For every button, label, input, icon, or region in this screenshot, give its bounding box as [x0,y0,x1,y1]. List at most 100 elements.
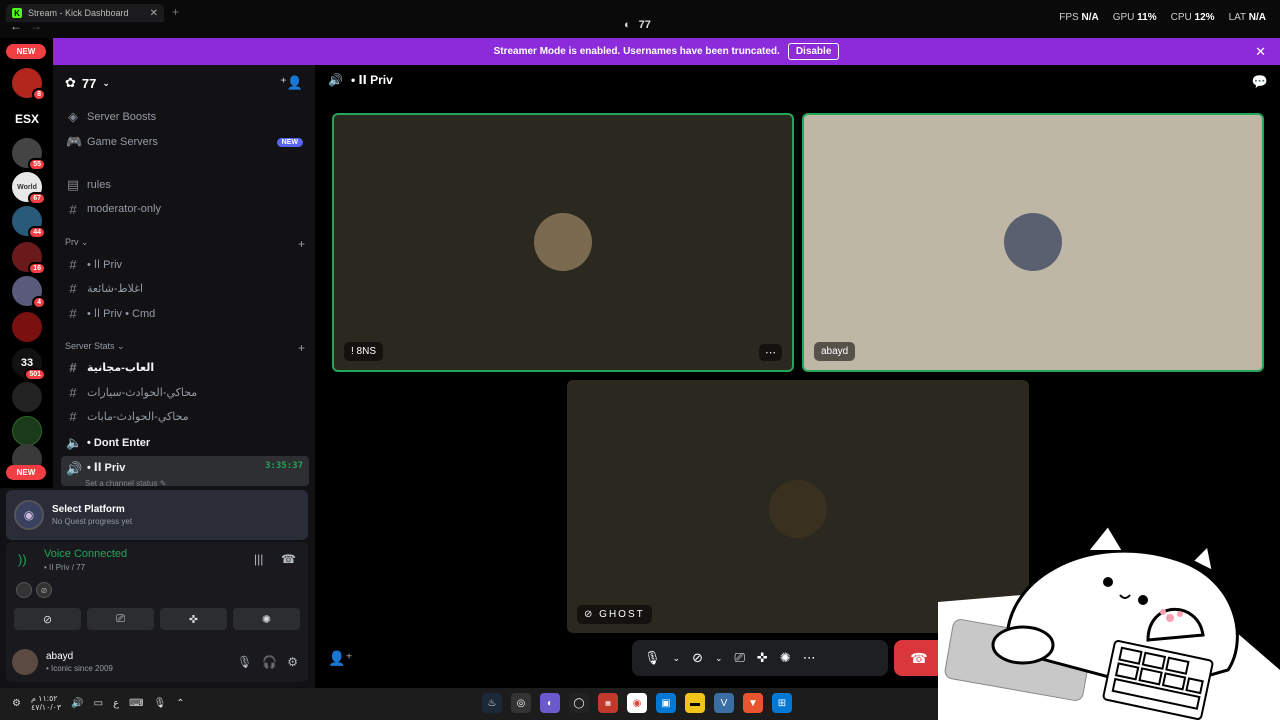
chevron-down-icon[interactable]: ⌄ [715,653,723,664]
activity-avatar[interactable]: ⊘ [36,582,52,598]
disconnect-button[interactable]: ☎ [894,640,944,676]
server-icon[interactable]: 55 [12,138,46,171]
server-icon[interactable]: 4 [12,276,46,309]
server-icon[interactable] [12,382,42,412]
screen-share-icon[interactable]: ⎚ [735,650,745,666]
hash-icon: # [69,280,77,296]
back-arrow-icon[interactable]: ← [10,19,22,33]
activities-button[interactable]: ✜ [160,608,227,630]
voice-status-subtitle[interactable]: • اا Priv / 77 [44,563,85,572]
category-prv[interactable]: Prv ⌄ + [65,237,305,251]
speaker-icon: 🔊 [66,461,83,476]
discord-icon[interactable]: ◐ [540,693,560,713]
server-icon[interactable] [12,416,42,446]
chevron-down-icon[interactable]: ⌄ [673,653,681,664]
quest-panel[interactable]: ◉ Select Platform No Quest progress yet [6,490,308,540]
soundboard-button[interactable]: ✺ [233,608,300,630]
add-channel-icon[interactable]: + [298,237,305,251]
language-indicator[interactable]: ع [113,698,119,709]
soundboard-icon[interactable]: ✺ [780,650,791,666]
add-channel-icon[interactable]: + [298,341,305,355]
bongo-cat-overlay [938,522,1280,720]
close-icon[interactable]: ✕ [1255,44,1266,60]
headphones-icon[interactable]: 🎧 [262,655,277,669]
microphone-icon[interactable]: 🎙 [644,650,661,666]
app-icon[interactable]: V [714,693,734,713]
voice-channel-dont-enter[interactable]: 🔈 • Dont Enter [61,431,309,455]
new-badge: NEW [276,137,303,147]
network-icon[interactable]: ▭ [94,698,103,709]
forward-arrow-icon[interactable]: → [30,19,42,33]
brave-icon[interactable]: ▼ [743,693,763,713]
camera-off-icon[interactable]: ⊘ [692,650,703,666]
more-options-icon[interactable]: ⋯ [803,650,816,666]
channel-priv-cmd[interactable]: # • اا Priv • Cmd [61,301,309,325]
channel-moderator-only[interactable]: # moderator-only [61,197,309,221]
game-servers-item[interactable]: 🎮 Game Servers NEW [61,130,309,154]
keyboard-icon[interactable]: ⌨ [129,698,143,709]
steam-icon[interactable]: ♨ [482,693,502,713]
channel-arabic-crash-maps[interactable]: # محاكي-الحوادث-مابات [61,404,309,428]
disable-streamer-mode-button[interactable]: Disable [787,43,840,60]
settings-icon[interactable]: ⚙ [12,698,21,709]
new-tab-button[interactable]: + [172,5,179,19]
channel-arabic-free-games[interactable]: # العاب-مجانية [61,355,309,379]
stat-cpu: CPU 12% [1170,12,1215,23]
activity-avatar[interactable] [16,582,32,598]
username[interactable]: abayd [46,651,113,662]
server-icon[interactable]: 16 [12,242,46,275]
microphone-icon[interactable]: 🎙 [154,698,167,709]
chevron-up-icon[interactable]: ⌃ [176,698,184,709]
invite-to-call-icon[interactable]: 👤⁺ [328,650,353,667]
avatar [769,480,827,538]
chat-icon[interactable]: 💬 [1252,74,1268,90]
more-options-icon[interactable]: ⋯ [759,344,782,361]
volume-icon[interactable]: 🔊 [71,698,83,709]
server-boosts-item[interactable]: ◈ Server Boosts [61,105,309,129]
category-server-stats[interactable]: Server Stats ⌄ + [65,341,305,355]
close-tab-icon[interactable]: ✕ [150,8,158,19]
windows-start-icon[interactable]: ⊞ [772,693,792,713]
hash-icon: # [69,305,77,321]
avatar [534,213,592,271]
clock[interactable]: ١١:٥٢ م ٤٧/١٠/٠٣ [31,694,61,712]
store-icon[interactable]: ▣ [656,693,676,713]
quest-icon: ◉ [14,500,44,530]
channel-arabic[interactable]: # اغلاط-شائعة [61,276,309,300]
disconnect-icon[interactable]: ☎ [281,552,296,566]
window-title-text: 77 [638,19,651,31]
server-icon[interactable]: ESX [12,104,42,134]
noise-suppression-icon[interactable]: ||| [254,552,263,566]
server-icon[interactable] [12,312,42,342]
app-icon[interactable]: ◎ [511,693,531,713]
server-icon[interactable]: 44 [12,206,46,239]
server-icon[interactable]: 33 501 [12,348,46,381]
server-icon[interactable]: 8 [12,68,46,101]
activities-icon[interactable]: ✜ [757,650,768,666]
set-channel-status[interactable]: Set a channel status ✎ [85,479,166,488]
screen-share-button[interactable]: ⎚ [87,608,154,630]
channel-priv[interactable]: # • اا Priv [61,252,309,276]
microphone-icon[interactable]: 🎙 [237,655,252,669]
video-tile[interactable]: ! 8NS ⋯ [332,113,794,372]
channel-rules[interactable]: ▤ rules [61,173,309,197]
gear-icon[interactable]: ⚙ [287,655,298,669]
browser-tabbar: K Stream - Kick Dashboard ✕ + ← → ◐ 77 F… [0,0,1280,38]
hash-icon: # [69,359,77,375]
system-tray: ⚙ ١١:٥٢ م ٤٧/١٠/٠٣ 🔊 ▭ ع ⌨ 🎙 ⌃ [12,694,185,712]
channel-arabic-crash-cars[interactable]: # محاكي-الحوادث-سيارات [61,380,309,404]
speaker-icon: 🔊 [328,73,343,87]
video-tile[interactable]: abayd [802,113,1264,372]
camera-off-button[interactable]: ⊘ [14,608,81,630]
chrome-icon[interactable]: ◉ [627,693,647,713]
folder-icon[interactable]: ▬ [685,693,705,713]
app-icon[interactable]: ▦ [598,693,618,713]
signal-icon[interactable]: )) [18,552,27,567]
avatar[interactable] [12,649,38,675]
voice-status-title[interactable]: Voice Connected [44,548,127,560]
app-icon[interactable]: ◯ [569,693,589,713]
invite-people-icon[interactable]: ⁺👤 [280,75,303,91]
channel-title: • اا Priv [350,73,393,87]
server-icon[interactable]: World 67 [12,172,46,205]
server-header[interactable]: ✿ 77 ⌄ ⁺👤 [53,65,315,101]
